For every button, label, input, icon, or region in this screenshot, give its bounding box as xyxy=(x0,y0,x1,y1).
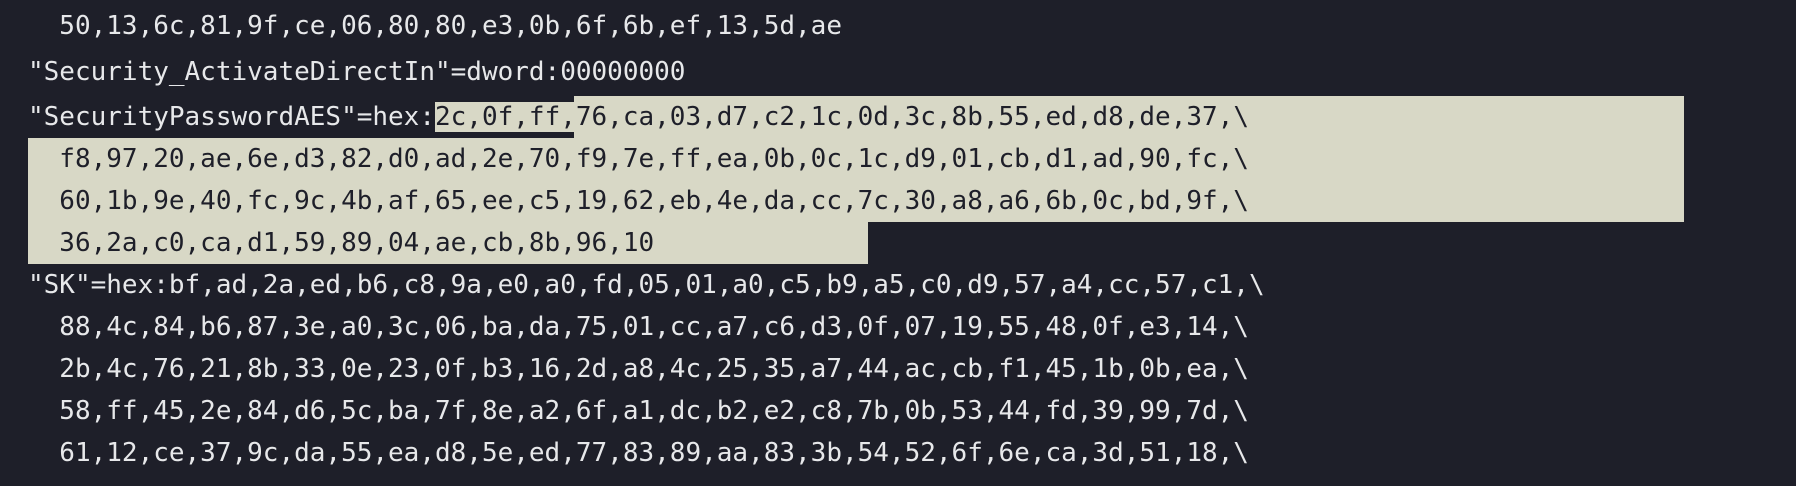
code-line: 36,2a,c0,ca,d1,59,89,04,ae,cb,8b,96,10 xyxy=(28,222,655,264)
line-text: "SecurityPasswordAES"=hex: xyxy=(28,102,435,132)
line-text: 2b,4c,76,21,8b,33,0e,23,0f,b3,16,2d,a8,4… xyxy=(28,354,1249,384)
code-line: 60,1b,9e,40,fc,9c,4b,af,65,ee,c5,19,62,e… xyxy=(28,180,1249,222)
line-text: 50,13,6c,81,9f,ce,06,80,80,e3,0b,6f,6b,e… xyxy=(28,11,842,41)
text-editor[interactable]: 50,13,6c,81,9f,ce,06,80,80,e3,0b,6f,6b,e… xyxy=(0,0,1796,486)
code-line: "Security_ActivateDirectIn"=dword:000000… xyxy=(28,51,685,93)
code-line: 50,13,6c,81,9f,ce,06,80,80,e3,0b,6f,6b,e… xyxy=(28,5,842,47)
line-text: "Security_ActivateDirectIn"=dword:000000… xyxy=(28,57,686,87)
selected-text: f8,97,20,ae,6e,d3,82,d0,ad,2e,70,f9,7e,f… xyxy=(28,144,1249,174)
code-line: 88,4c,84,b6,87,3e,a0,3c,06,ba,da,75,01,c… xyxy=(28,306,1249,348)
selected-text: 2c,0f,ff,76,ca,03,d7,c2,1c,0d,3c,8b,55,e… xyxy=(435,102,1249,132)
code-line: f8,97,20,ae,6e,d3,82,d0,ad,2e,70,f9,7e,f… xyxy=(28,138,1249,180)
code-line: "SecurityPasswordAES"=hex:2c,0f,ff,76,ca… xyxy=(28,96,1249,138)
code-line: 61,12,ce,37,9c,da,55,ea,d8,5e,ed,77,83,8… xyxy=(28,432,1249,474)
line-text: 88,4c,84,b6,87,3e,a0,3c,06,ba,da,75,01,c… xyxy=(28,312,1249,342)
selected-text: 36,2a,c0,ca,d1,59,89,04,ae,cb,8b,96,10 xyxy=(28,228,655,258)
code-line: 2b,4c,76,21,8b,33,0e,23,0f,b3,16,2d,a8,4… xyxy=(28,348,1249,390)
code-line: "SK"=hex:bf,ad,2a,ed,b6,c8,9a,e0,a0,fd,0… xyxy=(28,264,1265,306)
selected-text: 60,1b,9e,40,fc,9c,4b,af,65,ee,c5,19,62,e… xyxy=(28,186,1249,216)
line-text: 61,12,ce,37,9c,da,55,ea,d8,5e,ed,77,83,8… xyxy=(28,438,1249,468)
line-text: 58,ff,45,2e,84,d6,5c,ba,7f,8e,a2,6f,a1,d… xyxy=(28,396,1249,426)
code-line: 58,ff,45,2e,84,d6,5c,ba,7f,8e,a2,6f,a1,d… xyxy=(28,390,1249,432)
line-text: "SK"=hex:bf,ad,2a,ed,b6,c8,9a,e0,a0,fd,0… xyxy=(28,270,1265,300)
